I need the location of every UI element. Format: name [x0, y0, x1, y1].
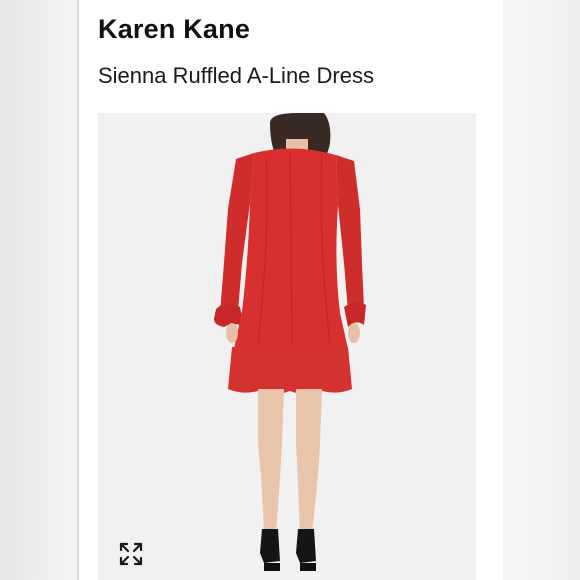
product-title: Sienna Ruffled A-Line Dress: [98, 63, 374, 88]
product-photo[interactable]: [98, 113, 476, 580]
page-background-right: [503, 0, 580, 580]
dress-illustration: [214, 113, 366, 571]
expand-arrows-icon[interactable]: [117, 540, 145, 568]
page-background-left: [0, 0, 78, 580]
brand-name[interactable]: Karen Kane: [98, 14, 250, 45]
